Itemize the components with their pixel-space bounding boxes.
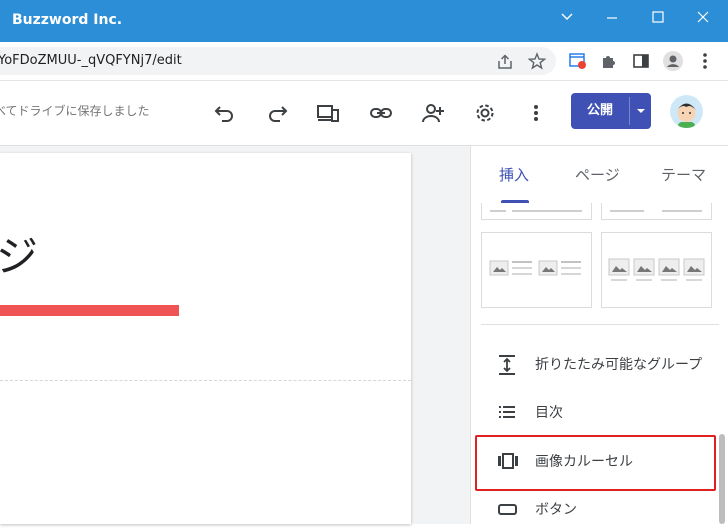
star-icon[interactable]: [527, 52, 547, 74]
close-icon[interactable]: [688, 6, 718, 28]
undo-icon[interactable]: [214, 103, 236, 127]
insert-panel: 挿入 ページ テーマ 折りたたみ可能なグループ 目次 画像カルーセル ボタン: [470, 146, 728, 524]
more-vert-icon[interactable]: [531, 104, 541, 126]
publish-button[interactable]: 公開: [571, 93, 651, 129]
save-status: べてドライブに保存しました: [0, 104, 150, 118]
browser-address-row: YoFDoZMUU-_qVQFYNj7/edit: [0, 42, 728, 81]
item-label: ボタン: [535, 502, 577, 518]
button-icon: [497, 499, 519, 523]
collapsible-group-icon: [497, 354, 517, 380]
profile-icon[interactable]: [663, 51, 683, 75]
tab-insert[interactable]: 挿入: [499, 164, 529, 185]
tab-pages[interactable]: ページ: [575, 164, 620, 185]
panel-divider: [481, 324, 719, 325]
heading-accent-bar: [0, 305, 179, 316]
avatar[interactable]: [670, 95, 703, 128]
side-panel-icon[interactable]: [632, 52, 650, 74]
insert-collapsible-group[interactable]: 折りたたみ可能なグループ: [471, 341, 719, 387]
maximize-icon[interactable]: [643, 6, 673, 28]
extension-alert-icon[interactable]: [568, 51, 588, 75]
window-titlebar: Buzzword Inc.: [0, 0, 728, 42]
item-label: 折りたたみ可能なグループ: [535, 357, 703, 373]
more-vert-icon[interactable]: [700, 52, 710, 74]
page-preview[interactable]: ジ: [0, 153, 411, 524]
puzzle-icon[interactable]: [600, 52, 618, 74]
share-icon[interactable]: [496, 53, 514, 75]
address-bar[interactable]: YoFDoZMUU-_qVQFYNj7/edit: [0, 47, 556, 75]
publish-divider: [629, 97, 630, 125]
url-text[interactable]: YoFDoZMUU-_qVQFYNj7/edit: [0, 53, 182, 68]
minimize-icon[interactable]: [597, 6, 627, 28]
table-of-contents-icon: [497, 402, 517, 426]
add-person-icon[interactable]: [421, 102, 445, 128]
layout-card[interactable]: [601, 203, 712, 220]
selection-highlight: [475, 435, 716, 491]
layout-card[interactable]: [481, 203, 592, 220]
insert-button[interactable]: ボタン: [471, 486, 719, 532]
settings-icon[interactable]: [474, 102, 496, 128]
chevron-down-icon[interactable]: [552, 6, 582, 28]
publish-label: 公開: [586, 103, 613, 118]
page-heading[interactable]: ジ: [0, 223, 38, 284]
link-icon[interactable]: [369, 103, 393, 127]
insert-table-of-contents[interactable]: 目次: [471, 389, 719, 435]
publish-dropdown-icon[interactable]: [631, 93, 651, 129]
tab-themes[interactable]: テーマ: [661, 164, 706, 185]
item-label: 目次: [535, 405, 563, 421]
preview-devices-icon[interactable]: [316, 103, 340, 127]
section-divider: [0, 380, 411, 381]
window-title: Buzzword Inc.: [12, 12, 123, 28]
redo-icon[interactable]: [266, 103, 288, 127]
panel-scrollbar[interactable]: [719, 434, 725, 524]
layout-card-four-images[interactable]: [601, 232, 712, 308]
layout-card-two-images[interactable]: [481, 232, 592, 308]
editor-toolbar: べてドライブに保存しました 公開: [0, 81, 728, 146]
